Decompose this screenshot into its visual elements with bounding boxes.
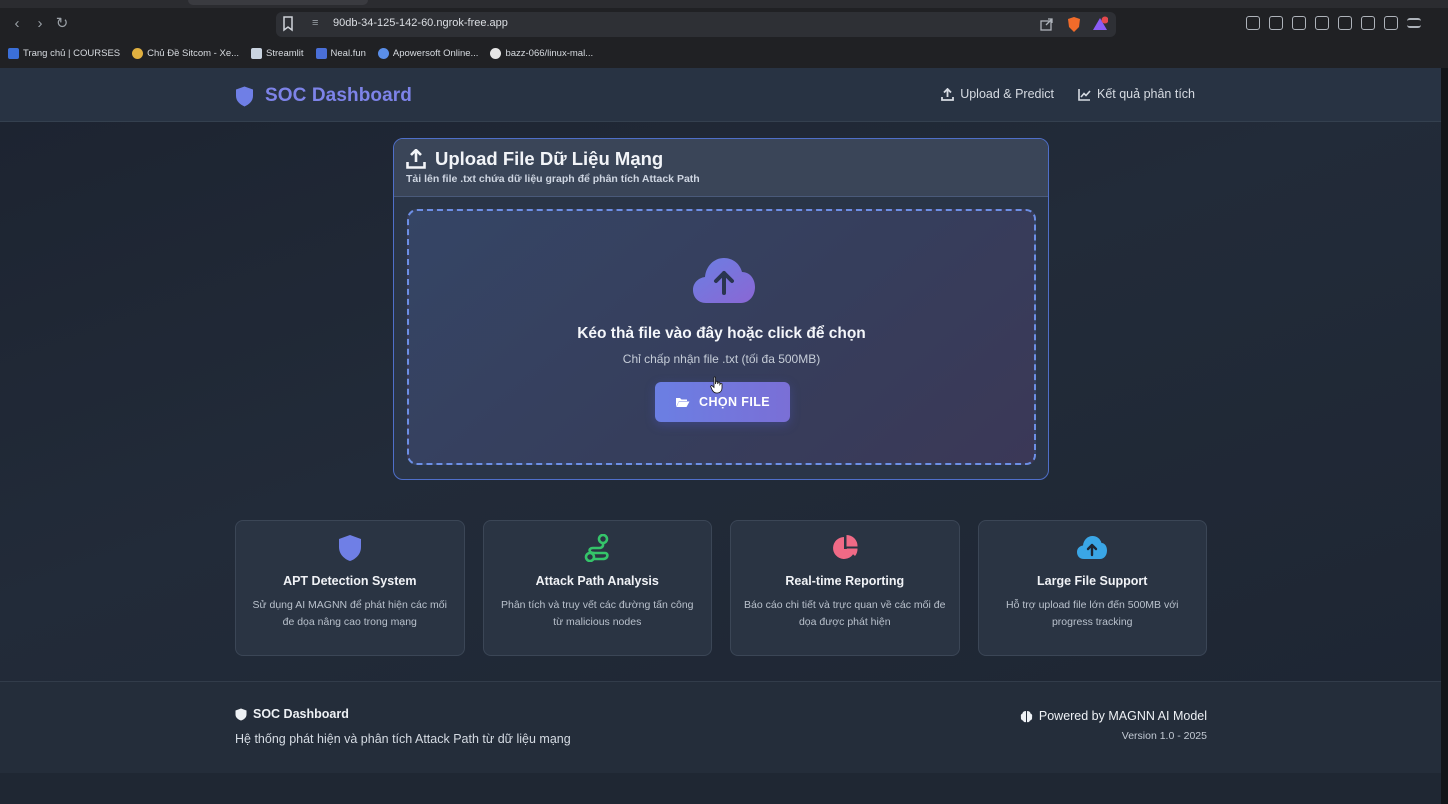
site-info-icon[interactable]: ≡ xyxy=(312,17,326,31)
bookmark-item[interactable]: Neal.fun xyxy=(315,47,366,59)
feature-title: Real-time Reporting xyxy=(785,574,905,588)
address-bar[interactable]: ≡ 90db-34-125-142-60.ngrok-free.app xyxy=(276,12,1116,37)
bookmark-item[interactable]: bazz-066/linux-mal... xyxy=(490,47,594,59)
nav-link-label: Kết quả phân tích xyxy=(1097,87,1195,101)
dropzone-title: Kéo thả file vào đây hoặc click để chọn xyxy=(577,325,866,342)
extension-toolbar xyxy=(1246,16,1421,32)
nav-upload-predict[interactable]: Upload & Predict xyxy=(941,87,1054,101)
bookmark-favicon-icon xyxy=(8,47,19,59)
footer-version: Version 1.0 - 2025 xyxy=(1121,730,1207,742)
feature-title: Large File Support xyxy=(1037,574,1148,588)
bookmark-label: Apowersoft Online... xyxy=(392,47,479,59)
choose-file-label: CHỌN FILE xyxy=(699,395,770,409)
main-nav: Upload & Predict Kết quả phân tích xyxy=(941,87,1195,101)
feature-desc: Báo cáo chi tiết và trực quan về các mối… xyxy=(744,599,946,628)
feature-desc: Phân tích và truy vết các đường tấn công… xyxy=(500,599,694,628)
brand-title: SOC Dashboard xyxy=(265,85,412,106)
bookmark-label: Chủ Đề Sitcom - Xe... xyxy=(147,47,240,59)
bookmark-label: bazz-066/linux-mal... xyxy=(505,47,594,59)
nav-analysis-results[interactable]: Kết quả phân tích xyxy=(1078,87,1195,101)
media-icon[interactable] xyxy=(1292,16,1306,30)
feature-title: Attack Path Analysis xyxy=(535,574,659,588)
forward-icon[interactable]: › xyxy=(31,15,49,33)
brand[interactable]: SOC Dashboard xyxy=(235,85,412,107)
feature-list: APT Detection System Sử dụng AI MAGNN để… xyxy=(235,520,1207,656)
feature-card-realtime-reporting: Real-time Reporting Báo cáo chi tiết và … xyxy=(730,520,960,656)
upload-subtitle: Tải lên file .txt chứa dữ liệu graph để … xyxy=(406,173,700,185)
upload-card: Upload File Dữ Liệu Mạng Tải lên file .t… xyxy=(393,138,1049,480)
brave-shield-icon[interactable] xyxy=(1066,16,1082,33)
bookmark-item[interactable]: Chủ Đề Sitcom - Xe... xyxy=(132,47,240,59)
browser-chrome: ‹ › ↻ ≡ 90db-34-125-142-60.ngrok-free.ap… xyxy=(0,0,1448,68)
vpn-icon[interactable] xyxy=(1384,16,1398,30)
chart-line-icon xyxy=(1078,88,1091,101)
bookmark-item[interactable]: Streamlit xyxy=(251,47,304,59)
back-icon[interactable]: ‹ xyxy=(8,15,26,33)
feature-card-attack-path: Attack Path Analysis Phân tích và truy v… xyxy=(482,520,712,656)
shield-icon xyxy=(236,86,253,106)
hand-cursor-icon xyxy=(710,376,723,394)
shield-icon xyxy=(338,535,361,561)
upload-title-row: Upload File Dữ Liệu Mạng xyxy=(406,148,1036,170)
bookmarks-bar: Trang chủ | COURSES Chủ Đề Sitcom - Xe..… xyxy=(8,45,593,61)
reload-icon[interactable]: ↻ xyxy=(53,15,71,33)
upload-card-header: Upload File Dữ Liệu Mạng Tải lên file .t… xyxy=(394,139,1048,197)
leo-ai-icon[interactable] xyxy=(1361,16,1375,30)
feature-card-large-file: Large File Support Hỗ trợ upload file lớ… xyxy=(977,520,1207,656)
upload-title: Upload File Dữ Liệu Mạng xyxy=(435,148,664,169)
nav-link-label: Upload & Predict xyxy=(960,87,1054,101)
share-icon[interactable] xyxy=(1040,17,1054,31)
url-text[interactable]: 90db-34-125-142-60.ngrok-free.app xyxy=(333,17,508,29)
footer: SOC Dashboard Hệ thống phát hiện và phân… xyxy=(0,681,1448,773)
feature-desc: Hỗ trợ upload file lớn đến 500MB với pro… xyxy=(1006,599,1179,628)
bookmark-label: Streamlit xyxy=(266,47,304,59)
bookmark-favicon-icon xyxy=(251,47,263,59)
bookmark-item[interactable]: Apowersoft Online... xyxy=(377,47,479,59)
pie-chart-icon xyxy=(832,535,858,559)
feature-card-apt-detection: APT Detection System Sử dụng AI MAGNN để… xyxy=(235,520,465,656)
github-icon xyxy=(490,47,502,59)
bookmark-label: Trang chủ | COURSES xyxy=(23,47,121,59)
route-icon xyxy=(584,534,609,562)
bookmark-item[interactable]: Trang chủ | COURSES xyxy=(8,47,121,59)
bookmark-favicon-icon xyxy=(315,47,327,59)
file-dropzone[interactable]: Kéo thả file vào đây hoặc click để chọn … xyxy=(407,209,1036,465)
tab-search-icon[interactable] xyxy=(1269,16,1283,30)
app-header: SOC Dashboard Upload & Predict Kết quả p… xyxy=(0,68,1448,122)
bookmark-icon[interactable] xyxy=(282,16,294,32)
upload-icon xyxy=(941,87,955,101)
bookmark-favicon-icon xyxy=(132,47,144,59)
folder-open-icon xyxy=(676,398,690,407)
scrollbar-track[interactable] xyxy=(1441,68,1448,804)
footer-brand-title: SOC Dashboard xyxy=(253,707,349,721)
wallet-icon[interactable] xyxy=(1338,16,1352,30)
bookmark-favicon-icon xyxy=(377,47,389,59)
tab-strip xyxy=(0,0,1448,8)
dropzone-hint: Chỉ chấp nhận file .txt (tối đa 500MB) xyxy=(622,352,821,366)
upload-icon xyxy=(406,149,426,169)
footer-brand: SOC Dashboard xyxy=(235,707,349,721)
active-tab[interactable] xyxy=(188,0,368,5)
shield-icon xyxy=(235,708,247,720)
extensions-icon[interactable] xyxy=(1246,16,1260,30)
feature-title: APT Detection System xyxy=(283,574,417,588)
footer-powered-label: Powered by MAGNN AI Model xyxy=(1038,709,1207,723)
page-bottom xyxy=(0,773,1448,804)
brave-rewards-icon[interactable] xyxy=(1092,16,1108,32)
footer-powered-by: Powered by MAGNN AI Model xyxy=(1020,709,1207,723)
bookmark-label: Neal.fun xyxy=(330,47,366,59)
menu-icon[interactable] xyxy=(1407,18,1421,28)
feature-desc: Sử dụng AI MAGNN để phát hiện các mối đe… xyxy=(252,599,447,628)
cloud-upload-icon xyxy=(1077,536,1108,559)
footer-description: Hệ thống phát hiện và phân tích Attack P… xyxy=(235,732,571,746)
sidebar-icon[interactable] xyxy=(1315,16,1329,30)
cloud-upload-icon xyxy=(693,258,755,303)
brain-icon xyxy=(1020,710,1033,722)
